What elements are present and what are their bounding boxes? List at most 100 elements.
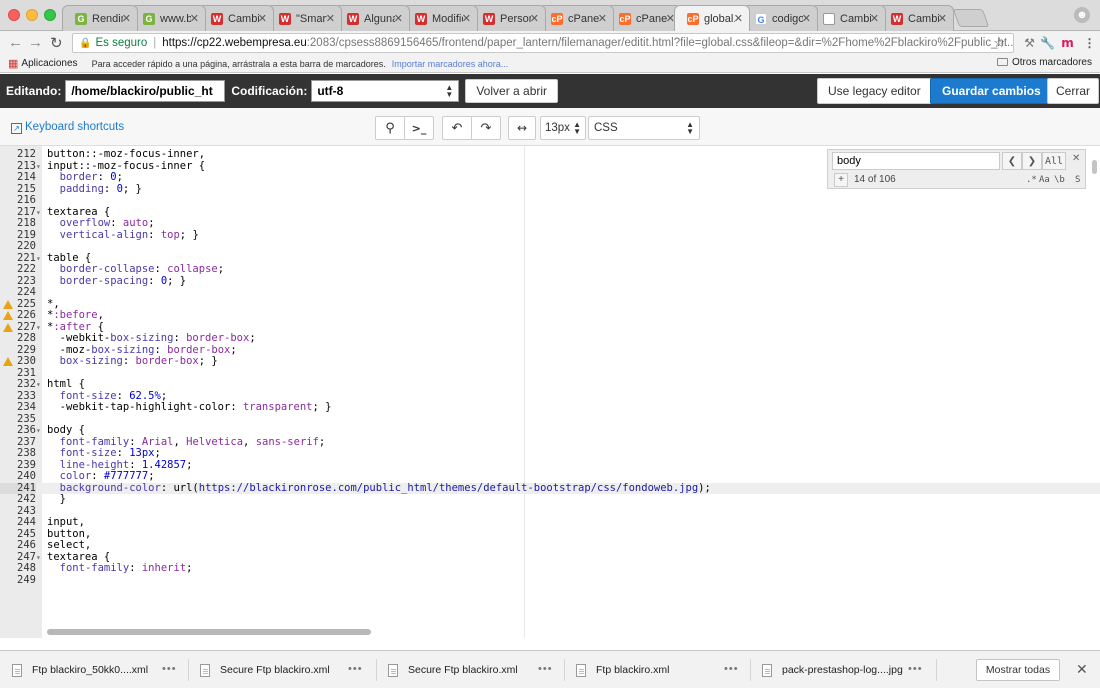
download-item[interactable]: Ftp blackiro_50kk0....xml <box>12 651 148 689</box>
editor-header: Editando: /home/blackiro/public_ht Codif… <box>0 74 1100 108</box>
chevron-left-icon: ❮ <box>1007 155 1017 167</box>
close-tab-icon[interactable]: ✕ <box>530 12 539 25</box>
browser-tab[interactable]: cP cPanel ✕ <box>538 5 614 31</box>
show-all-downloads-button[interactable]: Mostrar todas <box>976 659 1060 681</box>
code-line: 216 <box>0 194 1100 207</box>
download-item[interactable]: Secure Ftp blackiro.xml <box>388 651 518 689</box>
apps-grid-icon[interactable]: ▦ <box>8 57 18 70</box>
download-options-icon[interactable]: ••• <box>348 663 363 675</box>
close-tab-icon[interactable]: ✕ <box>190 12 199 25</box>
fold-toggle-icon[interactable]: ▾ <box>36 322 42 334</box>
close-tab-icon[interactable]: ✕ <box>870 12 879 25</box>
code-editor[interactable]: 212 button::-moz-focus-inner, 213 ▾ input::-… <box>0 146 1100 638</box>
find-next-button[interactable]: ❯ <box>1022 152 1042 170</box>
close-tab-icon[interactable]: ✕ <box>462 12 471 25</box>
tab-title: www.bla <box>160 12 191 25</box>
close-search-icon[interactable]: ✕ <box>1072 153 1080 164</box>
bookmark-star-icon[interactable]: ☆ <box>993 35 1005 51</box>
horizontal-scroll-thumb[interactable] <box>47 629 371 635</box>
line-number: 248 <box>17 562 36 574</box>
fold-toggle-icon[interactable]: ▾ <box>36 161 42 173</box>
download-options-icon[interactable]: ••• <box>162 663 177 675</box>
browser-tab[interactable]: cP global.c ✕ <box>674 5 750 31</box>
encoding-select[interactable]: utf-8 ▲ ▼ <box>311 80 460 102</box>
search-button[interactable]: ⚲ <box>375 116 405 140</box>
legacy-editor-button[interactable]: Use legacy editor <box>817 78 932 104</box>
close-tab-icon[interactable]: ✕ <box>734 12 743 25</box>
window-close-button[interactable] <box>8 9 20 21</box>
browser-tab[interactable]: Cambia ✕ <box>810 5 886 31</box>
word-wrap-button[interactable]: ↔ <box>508 116 536 140</box>
case-sensitive-option[interactable]: Aa <box>1039 173 1050 187</box>
close-tab-icon[interactable]: ✕ <box>802 12 811 25</box>
bookmarks-bar: ▦ Aplicaciones Para acceder rápido a una… <box>0 55 1100 73</box>
profile-icon[interactable]: ☻ <box>1074 7 1090 23</box>
search-selection-option[interactable]: S <box>1075 173 1080 187</box>
close-tab-icon[interactable]: ✕ <box>598 12 607 25</box>
close-tab-icon[interactable]: ✕ <box>326 12 335 25</box>
close-tab-icon[interactable]: ✕ <box>394 12 403 25</box>
browser-tab[interactable]: G Rendimi ✕ <box>62 5 138 31</box>
extension-icon[interactable]: ⚒ <box>1022 36 1037 51</box>
address-bar[interactable]: 🔒 Es seguro | https://cp22.webempresa.eu… <box>72 33 1014 53</box>
vertical-scroll-thumb[interactable] <box>1092 160 1097 174</box>
browser-menu-icon[interactable]: ⋮ <box>1082 36 1097 51</box>
line-number: 234 <box>17 401 36 413</box>
download-item[interactable]: Secure Ftp blackiro.xml <box>200 651 330 689</box>
window-minimize-button[interactable] <box>26 9 38 21</box>
find-previous-button[interactable]: ❮ <box>1002 152 1022 170</box>
file-path-input[interactable]: /home/blackiro/public_ht <box>65 80 226 102</box>
find-all-button[interactable]: All <box>1042 152 1066 170</box>
browser-tab[interactable]: W Persona ✕ <box>470 5 546 31</box>
reload-button[interactable]: ↻ <box>50 34 63 52</box>
line-number: 230 <box>17 355 36 367</box>
other-bookmarks[interactable]: Otros marcadores <box>996 57 1092 68</box>
browser-tab[interactable]: W Cambia ✕ <box>878 5 954 31</box>
redo-button[interactable]: ↷ <box>471 116 501 140</box>
import-bookmarks-link[interactable]: Importar marcadores ahora... <box>392 59 509 69</box>
download-options-icon[interactable]: ••• <box>724 663 739 675</box>
close-tab-icon[interactable]: ✕ <box>938 12 947 25</box>
apps-bookmark[interactable]: Aplicaciones <box>21 58 77 69</box>
browser-tab[interactable]: W Cambio ✕ <box>198 5 274 31</box>
browser-tab[interactable]: W Modific ✕ <box>402 5 478 31</box>
wrench-extension-icon[interactable]: 🔧 <box>1040 36 1055 51</box>
download-item[interactable]: Ftp blackiro.xml <box>576 651 670 689</box>
close-button[interactable]: Cerrar <box>1047 78 1100 104</box>
download-options-icon[interactable]: ••• <box>538 663 553 675</box>
new-tab-button[interactable] <box>952 9 990 27</box>
fold-toggle-icon[interactable]: ▾ <box>36 552 42 564</box>
close-tab-icon[interactable]: ✕ <box>258 12 267 25</box>
whole-word-option[interactable]: \b <box>1054 173 1065 187</box>
reopen-button[interactable]: Volver a abrir <box>465 79 559 103</box>
syntax-mode-select[interactable]: CSS ▲ ▼ <box>588 116 700 140</box>
goto-line-button[interactable]: >_ <box>404 116 434 140</box>
download-options-icon[interactable]: ••• <box>908 663 923 675</box>
save-changes-button[interactable]: Guardar cambios <box>930 78 1053 104</box>
fold-toggle-icon[interactable]: ▾ <box>36 425 42 437</box>
browser-tab[interactable]: cP cPanel ✕ <box>606 5 682 31</box>
forward-button[interactable]: → <box>28 34 43 51</box>
close-tab-icon[interactable]: ✕ <box>122 12 131 25</box>
close-download-shelf-icon[interactable]: ✕ <box>1076 661 1088 678</box>
browser-tab[interactable]: Gwww.bla ✕ <box>130 5 206 31</box>
font-size-select[interactable]: 13px ▲ ▼ <box>540 116 586 140</box>
browser-tab[interactable]: W "Smart ✕ <box>266 5 342 31</box>
download-item[interactable]: pack-prestashop-log....jpg <box>762 651 903 689</box>
back-button[interactable]: ← <box>8 34 23 51</box>
m-extension-icon[interactable]: m <box>1060 36 1075 51</box>
keyboard-shortcuts-link[interactable]: ↗ Keyboard shortcuts <box>11 121 124 134</box>
browser-tab[interactable]: W Algunas ✕ <box>334 5 410 31</box>
fold-toggle-icon[interactable]: ▾ <box>36 207 42 219</box>
regex-option[interactable]: .* <box>1026 173 1037 187</box>
window-maximize-button[interactable] <box>44 9 56 21</box>
search-input[interactable] <box>832 152 1000 170</box>
fold-toggle-icon[interactable]: ▾ <box>36 379 42 391</box>
font-size-value: 13px <box>545 122 570 134</box>
browser-tab[interactable]: Gcodigos ✕ <box>742 5 818 31</box>
code-line: 232 ▾ html { <box>0 378 1100 391</box>
replace-toggle-button[interactable]: + <box>834 173 848 187</box>
match-count: 14 of 106 <box>854 174 896 185</box>
undo-button[interactable]: ↶ <box>442 116 472 140</box>
fold-toggle-icon[interactable]: ▾ <box>36 253 42 265</box>
